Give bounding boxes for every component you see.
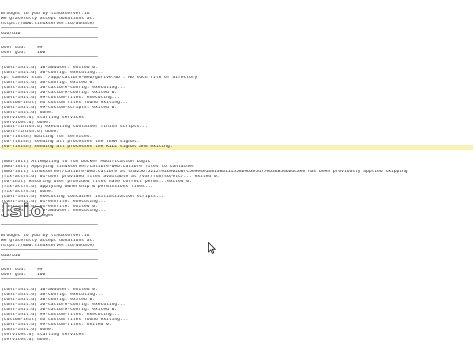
log-line: usermod: no changes <box>1 214 54 219</box>
console-log: Brought to you by linuxserver.io We grate… <box>1 2 473 224</box>
log-block-first-start: Brought to you by linuxserver.io We grate… <box>1 12 473 151</box>
log-block-second-start: ─────────────────────────────────── Brou… <box>1 224 473 343</box>
log-line: [s6-finish] sending all processes the KI… <box>1 145 473 151</box>
lsio-ascii-banner: lsio <box>2 199 46 221</box>
log-line: [services.d] done. <box>1 337 51 342</box>
log-block-restart: [mod-init] Attempting to run Docker Modi… <box>1 160 473 219</box>
mouse-pointer-icon <box>208 242 216 254</box>
